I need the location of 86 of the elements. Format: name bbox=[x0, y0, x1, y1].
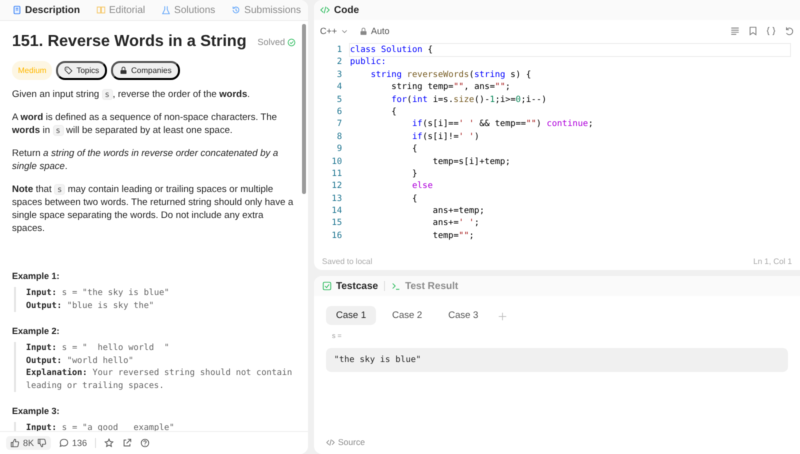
thumbs-up-icon bbox=[10, 438, 20, 448]
tag-icon bbox=[64, 66, 74, 75]
example-line: Input: s = " hello world " bbox=[26, 342, 170, 354]
document-icon bbox=[12, 5, 22, 15]
line-number: 6 bbox=[336, 106, 343, 118]
bookmark-icon[interactable] bbox=[748, 26, 758, 36]
undo-icon[interactable] bbox=[784, 26, 794, 36]
code-icon bbox=[320, 5, 330, 15]
book-icon bbox=[96, 5, 106, 15]
example-heading: Example 1: bbox=[12, 271, 61, 281]
align-icon[interactable] bbox=[730, 26, 740, 36]
flask-icon bbox=[161, 5, 172, 15]
problem-title: 151. Reverse Words in a String bbox=[12, 33, 246, 51]
language-dropdown[interactable]: C++ bbox=[320, 26, 350, 36]
code-line: if(s[i]==' ' && temp=="") continue; bbox=[411, 118, 594, 131]
checkbox-icon bbox=[322, 281, 332, 291]
code-line: string temp="", ans=""; bbox=[390, 81, 510, 94]
code-line: class Solution { bbox=[350, 44, 790, 56]
check-circle-icon bbox=[287, 38, 296, 46]
example-line: Input: s = "a good example" bbox=[26, 422, 176, 434]
line-number: 10 bbox=[330, 156, 343, 168]
code-icon bbox=[326, 438, 335, 446]
code-line: if(s[i]!=' ') bbox=[411, 130, 480, 144]
tag-button[interactable]: Topics bbox=[56, 61, 108, 80]
difficulty-badge: Medium bbox=[12, 61, 52, 80]
like-button[interactable]: 8K bbox=[10, 438, 34, 448]
comment-icon bbox=[59, 438, 70, 448]
plus-icon bbox=[498, 312, 508, 321]
panel-title: Code bbox=[334, 4, 359, 16]
line-number: 8 bbox=[336, 130, 343, 144]
example-line: Output: "blue is sky the" bbox=[26, 300, 155, 312]
code-line: { bbox=[411, 192, 418, 206]
example-line: Explanation: Your reversed string should not contain leading or trailing spaces. bbox=[26, 367, 294, 392]
star-icon[interactable] bbox=[104, 438, 114, 448]
case-tab[interactable]: Case 3 bbox=[438, 306, 488, 325]
case-tab[interactable]: Case 1 bbox=[326, 306, 376, 325]
cursor-position: Ln 1, Col 1 bbox=[753, 256, 792, 266]
example-line: Output: "world hello" bbox=[26, 354, 134, 367]
code-line: temp=""; bbox=[432, 230, 474, 242]
solved-status: Solved bbox=[257, 37, 285, 47]
braces-icon[interactable] bbox=[766, 26, 776, 36]
description-paragraph: Given an input string s , reverse the order of the words. bbox=[12, 88, 251, 101]
panel-tab[interactable]: Description bbox=[8, 4, 84, 16]
line-number: 13 bbox=[330, 192, 343, 206]
thumbs-down-icon[interactable] bbox=[37, 438, 48, 448]
code-line: temp=s[i]+temp; bbox=[432, 156, 510, 168]
tag-button[interactable]: Companies bbox=[111, 61, 180, 80]
code-line: ans+=' '; bbox=[432, 217, 480, 230]
description-paragraph: A word is defined as a sequence of non-space characters. The words in s will be separated by at least one space. bbox=[12, 111, 278, 137]
example-heading: Example 3: bbox=[12, 406, 61, 416]
panel-tab[interactable]: Testcase bbox=[320, 280, 380, 292]
line-number: 5 bbox=[336, 94, 343, 106]
line-number: 3 bbox=[336, 68, 343, 82]
help-icon[interactable] bbox=[140, 438, 150, 448]
code-line: { bbox=[411, 143, 418, 156]
case-tab[interactable]: Case 2 bbox=[382, 306, 432, 325]
line-number: 12 bbox=[330, 180, 343, 193]
terminal-icon bbox=[391, 281, 402, 291]
line-number: 15 bbox=[330, 217, 343, 230]
lock-icon bbox=[359, 26, 368, 36]
line-number: 16 bbox=[330, 230, 343, 242]
line-number: 1 bbox=[336, 44, 343, 56]
code-line: } bbox=[411, 168, 418, 180]
line-number: 14 bbox=[330, 205, 343, 218]
share-icon[interactable] bbox=[122, 438, 132, 448]
history-icon bbox=[231, 5, 242, 15]
line-number: 4 bbox=[336, 81, 343, 94]
code-line: ans+=temp; bbox=[432, 205, 485, 218]
code-line: else bbox=[411, 180, 433, 193]
code-line: { bbox=[390, 106, 397, 118]
comments-button[interactable]: 136 bbox=[59, 438, 88, 448]
line-number: 2 bbox=[336, 56, 343, 69]
example-heading: Example 2: bbox=[12, 326, 61, 336]
code-line: public: bbox=[350, 56, 386, 69]
code-line: for(int i=s.size()-1;i>=0;i--) bbox=[390, 94, 547, 106]
mode-button[interactable]: Auto bbox=[359, 26, 390, 36]
line-number: 7 bbox=[336, 118, 343, 131]
line-number: 11 bbox=[330, 168, 343, 180]
lock-icon bbox=[119, 66, 128, 75]
save-status: Saved to local bbox=[322, 256, 372, 266]
code-line: string reverseWords(string s) { bbox=[370, 68, 532, 82]
line-number: 9 bbox=[336, 143, 343, 156]
input-field[interactable]: "the sky is blue" bbox=[326, 348, 788, 372]
description-paragraph: Return a string of the words in reverse order concatenated by a single space. bbox=[12, 147, 280, 173]
description-paragraph: Note that s may contain leading or trailing spaces or multiple spaces between two words. The returned string should only have a single space separating the words. Do not include any extra spaces. bbox=[12, 183, 294, 235]
example-line: Input: s = "the sky is blue" bbox=[26, 287, 170, 300]
